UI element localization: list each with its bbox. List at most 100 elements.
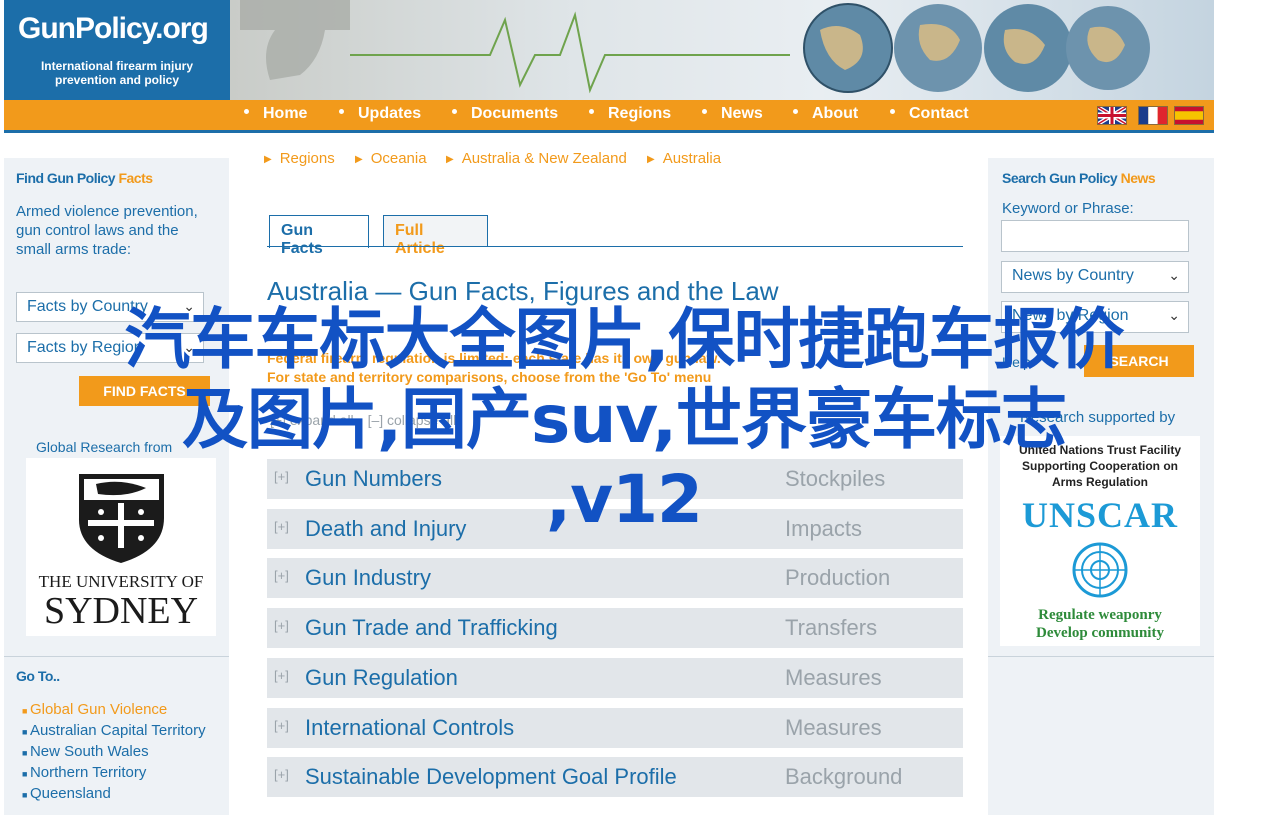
goto-item-nsw[interactable]: ■ New South Wales	[22, 742, 222, 763]
bullet-icon: ■	[22, 706, 30, 716]
nav-label: Regions	[608, 105, 672, 122]
unscar-logo[interactable]: United Nations Trust Facility Supporting…	[1000, 436, 1200, 646]
goto-item-act[interactable]: ■ Australian Capital Territory	[22, 721, 222, 742]
nav-regions[interactable]: Regions	[589, 105, 671, 123]
section-row-international-controls[interactable]: [+] International Controls Measures	[267, 708, 963, 748]
keyword-input[interactable]	[1001, 220, 1189, 252]
breadcrumb-oceania[interactable]: ▶ Oceania	[355, 150, 427, 167]
unscar-tag2: Develop community	[1036, 625, 1164, 641]
facts-description: Armed violence prevention, gun control l…	[16, 203, 198, 258]
expand-icon: [+]	[274, 568, 289, 583]
section-label: Gun Regulation	[305, 665, 458, 690]
university-line2: SYDNEY	[43, 590, 199, 632]
tab-gun-facts[interactable]: Gun Facts	[269, 215, 369, 257]
news-by-region-select[interactable]: News by Region ⌄	[1001, 301, 1189, 333]
nav-label: Contact	[909, 105, 969, 122]
research-label: Global Research from	[36, 439, 173, 455]
triangle-right-icon: ▶	[446, 154, 454, 165]
find-facts-button[interactable]: FIND FACTS	[79, 376, 210, 406]
main-nav: Home Updates Documents Regions News Abou…	[4, 100, 1214, 133]
site-logo[interactable]: GunPolicy.org International firearm inju…	[4, 0, 230, 100]
goto-label: New South Wales	[29, 743, 149, 760]
section-category: Measures	[785, 715, 882, 740]
section-category: Transfers	[785, 615, 878, 640]
bullet-icon: ■	[22, 769, 30, 779]
goto-heading: Go To..	[16, 668, 60, 684]
nav-documents[interactable]: Documents	[452, 105, 558, 123]
expand-all-link[interactable]: [+] expand all	[270, 412, 354, 428]
nav-updates[interactable]: Updates	[339, 105, 421, 123]
section-row-sdg-profile[interactable]: [+] Sustainable Development Goal Profile…	[267, 757, 963, 797]
unscar-line3: Arms Regulation	[1051, 475, 1148, 489]
section-label: Gun Trade and Trafficking	[305, 615, 558, 640]
expand-collapse-controls: [+] expand all [–] collapse all	[270, 412, 456, 428]
goto-item-qld[interactable]: ■ Queensland	[22, 784, 222, 805]
unscar-tagline: Regulate weaponry Develop community	[1000, 606, 1200, 642]
bullet-icon	[702, 109, 707, 115]
logo-subtitle: International firearm injury prevention …	[40, 59, 194, 87]
breadcrumb-australia[interactable]: ▶ Australia	[647, 150, 721, 167]
section-row-trade-trafficking[interactable]: [+] Gun Trade and Trafficking Transfers	[267, 608, 963, 648]
section-label: Death and Injury	[305, 516, 467, 541]
facts-box-heading: Find Gun Policy Facts	[16, 170, 153, 186]
university-logo[interactable]: THE UNIVERSITY OF SYDNEY	[26, 458, 216, 636]
uk-flag-graphic	[1096, 105, 1128, 126]
expand-icon: [+]	[274, 718, 289, 733]
section-label: Gun Industry	[305, 565, 431, 590]
page: GunPolicy.org International firearm inju…	[4, 0, 1214, 815]
section-category: Measures	[785, 665, 882, 690]
unscar-line2: Supporting Cooperation on	[1022, 459, 1178, 473]
section-label: Gun Numbers	[305, 466, 442, 491]
nav-contact[interactable]: Contact	[890, 105, 969, 123]
spain-flag-icon[interactable]	[1174, 106, 1204, 125]
section-row-gun-industry[interactable]: [+] Gun Industry Production	[267, 558, 963, 598]
tab-full-article[interactable]: Full Article	[383, 215, 488, 257]
collapse-all-link[interactable]: [–] collapse all	[368, 412, 457, 428]
search-button[interactable]: SEARCH	[1084, 345, 1194, 377]
unscar-line1: United Nations Trust Facility	[1018, 443, 1182, 457]
news-by-country-select[interactable]: News by Country ⌄	[1001, 261, 1189, 293]
heading-blue: Find Gun Policy	[16, 170, 116, 186]
section-label: Sustainable Development Goal Profile	[305, 764, 677, 789]
section-row-gun-numbers[interactable]: [+] Gun Numbers Stockpiles	[267, 459, 963, 499]
uk-flag-icon[interactable]	[1096, 105, 1128, 126]
breadcrumb-label: Australia & New Zealand	[461, 150, 627, 167]
section-category: Stockpiles	[785, 466, 886, 491]
unscar-description: United Nations Trust Facility Supporting…	[1000, 442, 1200, 490]
france-flag-icon[interactable]	[1138, 106, 1168, 125]
site-header: GunPolicy.org International firearm inju…	[4, 0, 1214, 100]
nav-news[interactable]: News	[702, 105, 763, 123]
help-link[interactable]: Help	[1002, 353, 1031, 372]
research-supported-label: Research supported by	[1020, 409, 1176, 426]
goto-label: Australian Capital Territory	[29, 722, 206, 739]
spain-flag-graphic	[1175, 107, 1203, 124]
breadcrumb-anz[interactable]: ▶ Australia & New Zealand	[446, 150, 627, 167]
goto-title: Go To..	[16, 668, 60, 684]
breadcrumb-regions[interactable]: ▶ Regions	[264, 150, 335, 167]
right-sidebar: Search Gun Policy News Keyword or Phrase…	[988, 158, 1214, 815]
bullet-icon: ■	[22, 727, 30, 737]
section-row-gun-regulation[interactable]: [+] Gun Regulation Measures	[267, 658, 963, 698]
goto-label: Global Gun Violence	[29, 701, 168, 718]
chevron-down-icon: ⌄	[183, 339, 195, 355]
header-banner	[230, 0, 1214, 100]
goto-label: Queensland	[29, 785, 111, 802]
nav-label: Updates	[358, 105, 422, 122]
select-value: News by Country	[1012, 267, 1134, 284]
expand-icon: [+]	[274, 767, 289, 782]
goto-item-global[interactable]: ■ Global Gun Violence	[22, 700, 222, 721]
goto-item-nt[interactable]: ■ Northern Territory	[22, 763, 222, 784]
nav-home[interactable]: Home	[244, 105, 307, 123]
bullet-icon	[890, 109, 895, 115]
triangle-right-icon: ▶	[264, 154, 272, 165]
section-category: Production	[785, 565, 891, 590]
facts-by-country-select[interactable]: Facts by Country ⌄	[16, 292, 204, 322]
left-sidebar: Find Gun Policy Facts Armed violence pre…	[4, 158, 229, 815]
section-row-death-injury[interactable]: [+] Death and Injury Impacts	[267, 509, 963, 549]
facts-by-region-select[interactable]: Facts by Region ⌄	[16, 333, 204, 363]
breadcrumb-label: Oceania	[370, 150, 427, 167]
nav-about[interactable]: About	[793, 105, 858, 123]
unscar-name: UNSCAR	[1021, 495, 1178, 535]
divider	[988, 656, 1214, 657]
bullet-icon: ■	[22, 790, 30, 800]
